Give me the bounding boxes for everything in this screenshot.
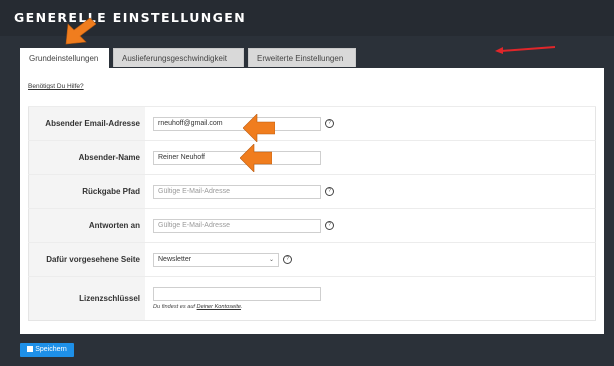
- license-key-input[interactable]: [153, 287, 321, 301]
- orange-annotation-arrow-email: [243, 114, 275, 142]
- save-button[interactable]: Speichern: [20, 343, 74, 357]
- settings-container: Grundeinstellungen Auslieferungsgeschwin…: [20, 48, 604, 334]
- row-designated-page: Dafür vorgesehene Seite Newsletter ⌄ ?: [28, 242, 596, 277]
- orange-annotation-arrow-name: [240, 144, 272, 172]
- return-path-label: Rückgabe Pfad: [28, 174, 145, 209]
- save-button-label: Speichern: [35, 346, 67, 353]
- sender-name-input[interactable]: Reiner Neuhoff: [153, 150, 321, 165]
- designated-page-value: Newsletter: [158, 255, 192, 263]
- row-reply-to: Antworten an Gültige E-Mail-Adresse ?: [28, 208, 596, 243]
- license-note: Du findest es auf Deiner Kontoseite.: [153, 304, 243, 310]
- tab-bar: Grundeinstellungen Auslieferungsgeschwin…: [20, 48, 360, 68]
- help-link[interactable]: Benötigst Du Hilfe?: [28, 83, 84, 90]
- row-sender-name: Absender-Name Reiner Neuhoff: [28, 140, 596, 175]
- tab-delivery-speed[interactable]: Auslieferungsgeschwindigkeit: [113, 48, 244, 67]
- reply-to-label: Antworten an: [28, 208, 145, 243]
- row-sender-email: Absender Email-Adresse rneuhoff@gmail.co…: [28, 106, 596, 141]
- account-page-link[interactable]: Deiner Kontoseite: [197, 304, 241, 310]
- sender-email-label: Absender Email-Adresse: [28, 106, 145, 141]
- settings-panel: Benötigst Du Hilfe? Absender Email-Adres…: [20, 68, 604, 334]
- tab-advanced-settings[interactable]: Erweiterte Einstellungen: [248, 48, 356, 67]
- designated-page-select[interactable]: Newsletter ⌄: [153, 252, 279, 267]
- settings-form: Absender Email-Adresse rneuhoff@gmail.co…: [28, 106, 596, 321]
- page-title: GENERELLE EINSTELLUNGEN: [14, 10, 247, 25]
- floppy-disk-icon: [27, 346, 34, 352]
- row-license-key: Lizenzschlüssel Du findest es auf Deiner…: [28, 276, 596, 321]
- return-path-input[interactable]: Gültige E-Mail-Adresse: [153, 184, 321, 199]
- reply-to-input[interactable]: Gültige E-Mail-Adresse: [153, 218, 321, 233]
- sender-name-label: Absender-Name: [28, 140, 145, 175]
- help-icon[interactable]: ?: [325, 221, 334, 230]
- help-icon[interactable]: ?: [283, 255, 292, 264]
- tab-basic-settings[interactable]: Grundeinstellungen: [20, 48, 109, 68]
- help-icon[interactable]: ?: [325, 187, 334, 196]
- designated-page-label: Dafür vorgesehene Seite: [28, 242, 145, 277]
- orange-annotation-arrow-tab: [65, 17, 96, 45]
- chevron-down-icon: ⌄: [268, 256, 274, 263]
- sender-email-input[interactable]: rneuhoff@gmail.com: [153, 116, 321, 131]
- row-return-path: Rückgabe Pfad Gültige E-Mail-Adresse ?: [28, 174, 596, 209]
- help-icon[interactable]: ?: [325, 119, 334, 128]
- license-key-label: Lizenzschlüssel: [28, 276, 145, 321]
